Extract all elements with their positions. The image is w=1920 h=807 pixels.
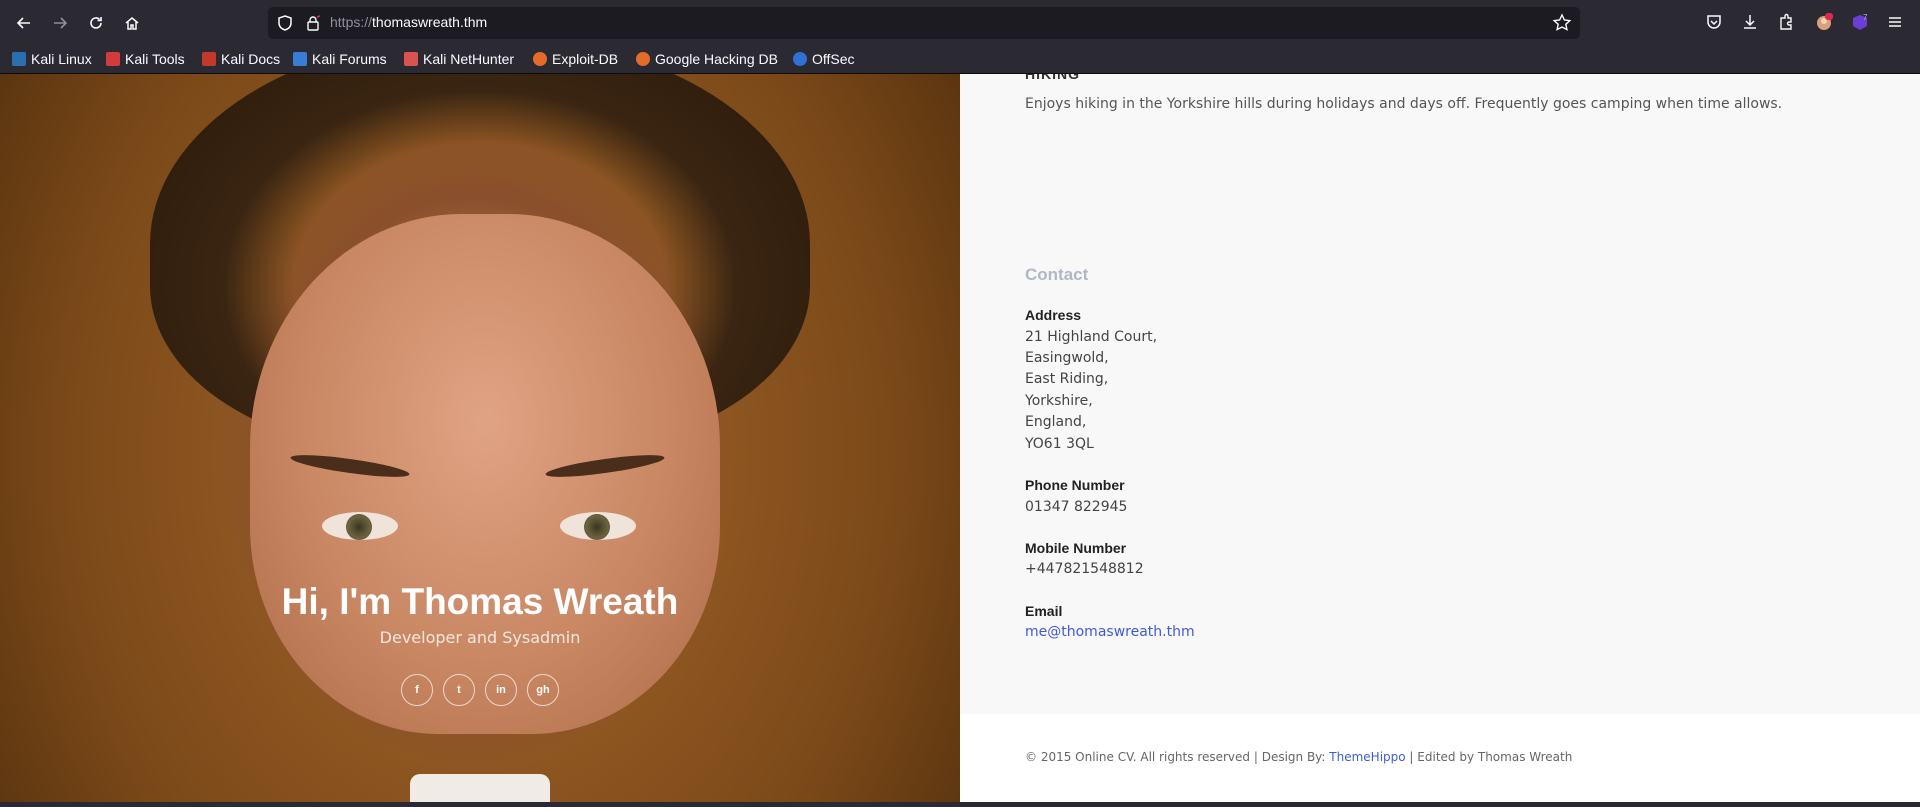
reload-icon[interactable] (81, 8, 111, 38)
address-label: Address (1025, 307, 1082, 323)
footer-copyright: © 2015 Online CV. All rights reserved | … (1025, 750, 1330, 764)
kali-nethunter-icon (404, 52, 418, 66)
hero-title: Hi, I'm Thomas Wreath (281, 581, 679, 622)
window-bottom-border (0, 802, 1920, 807)
github-icon[interactable]: gh (527, 674, 559, 706)
phone-label: Phone Number (1025, 477, 1125, 493)
facebook-icon[interactable]: f (401, 674, 433, 706)
bookmark-kali-docs[interactable]: Kali Docs (202, 49, 280, 69)
hero-section: Hi, I'm Thomas Wreath Developer and Sysa… (0, 74, 960, 802)
back-icon[interactable] (9, 8, 39, 38)
url-text[interactable]: https://thomaswreath.thm (330, 14, 487, 30)
kali-forums-icon (293, 52, 307, 66)
social-links: f t in gh (401, 674, 559, 706)
kali-tools-icon (106, 52, 120, 66)
star-icon[interactable] (1552, 13, 1572, 33)
extension-icon[interactable]: 7 (1849, 11, 1871, 33)
contact-title: Contact (1025, 265, 1089, 284)
linkedin-icon[interactable]: in (485, 674, 517, 706)
address-line: East Riding, (1025, 371, 1109, 387)
exploit-db-icon (533, 52, 547, 66)
bookmark-kali-forums[interactable]: Kali Forums (293, 49, 387, 69)
pocket-icon[interactable] (1703, 11, 1725, 33)
mobile-label: Mobile Number (1025, 540, 1127, 556)
bookmark-offsec[interactable]: OffSec (793, 49, 855, 69)
offsec-icon (793, 52, 807, 66)
bookmark-google-hacking-db[interactable]: Google Hacking DB (636, 49, 778, 69)
page-footer: © 2015 Online CV. All rights reserved | … (960, 714, 1920, 802)
address-line: YO61 3QL (1025, 436, 1094, 452)
phone-number: 01347 822945 (1025, 499, 1128, 515)
kali-docs-icon (202, 52, 216, 66)
themehippo-link[interactable]: ThemeHippo (1329, 750, 1405, 764)
url-bar[interactable]: https://thomaswreath.thm (268, 7, 1580, 39)
address-line: 21 Highland Court, (1025, 329, 1158, 345)
footer-text: © 2015 Online CV. All rights reserved | … (1025, 750, 1572, 764)
extension-badge: 7 (1863, 13, 1868, 22)
google-hacking-db-icon (636, 52, 650, 66)
twitter-icon[interactable]: t (443, 674, 475, 706)
footer-edited-by: | Edited by Thomas Wreath (1405, 750, 1573, 764)
bookmark-kali-tools[interactable]: Kali Tools (106, 49, 185, 69)
hero-subtitle: Developer and Sysadmin (379, 628, 581, 647)
menu-icon[interactable] (1884, 11, 1906, 33)
extensions-icon[interactable] (1775, 11, 1797, 33)
browser-toolbar: https://thomaswreath.thm 7 (0, 0, 1920, 45)
address-line: England, (1025, 414, 1087, 430)
download-icon[interactable] (1739, 11, 1761, 33)
forward-icon[interactable] (45, 8, 75, 38)
lock-icon[interactable] (304, 14, 322, 32)
profile-icon[interactable] (1813, 11, 1835, 33)
address-line: Yorkshire, (1025, 393, 1093, 409)
hobby-heading: HIKING (1025, 74, 1080, 82)
shield-icon[interactable] (276, 14, 294, 32)
address-line: Easingwold, (1025, 350, 1109, 366)
kali-linux-icon (12, 52, 26, 66)
home-icon[interactable] (117, 8, 147, 38)
cv-content: HIKING Enjoys hiking in the Yorkshire hi… (960, 74, 1920, 714)
email-link[interactable]: me@thomaswreath.thm (1025, 624, 1195, 640)
email-label: Email (1025, 603, 1063, 619)
bookmark-exploit-db[interactable]: Exploit-DB (533, 49, 618, 69)
webpage: Hi, I'm Thomas Wreath Developer and Sysa… (0, 74, 1920, 802)
bookmark-kali-linux[interactable]: Kali Linux (12, 49, 92, 69)
hobby-description: Enjoys hiking in the Yorkshire hills dur… (1025, 96, 1783, 112)
mobile-number: +447821548812 (1025, 561, 1144, 577)
bookmark-kali-nethunter[interactable]: Kali NetHunter (404, 49, 514, 69)
bookmarks-bar: Kali Linux Kali Tools Kali Docs Kali For… (0, 45, 1920, 74)
